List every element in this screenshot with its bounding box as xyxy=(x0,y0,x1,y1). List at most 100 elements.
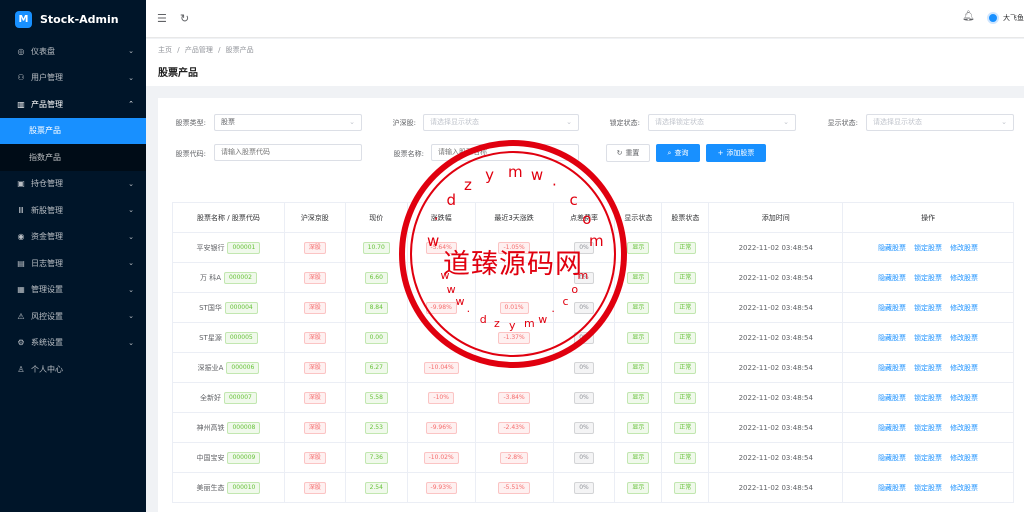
table-cell: -2.8% xyxy=(476,443,554,472)
user-menu[interactable]: 大飞鱼 xyxy=(987,12,1024,24)
table-cell: -10% xyxy=(408,383,476,412)
sidebar-item-6[interactable]: ▤ 日志管理 ⌄ xyxy=(0,250,146,277)
sidebar-item-2[interactable]: ▥ 产品管理 ⌃ xyxy=(0,91,146,118)
edit-stock-link[interactable]: 修改股票 xyxy=(950,303,978,313)
stock-status-tag: 正常 xyxy=(674,271,697,284)
sidebar-item-label: 管理设置 xyxy=(31,285,63,295)
column-header: 现价 xyxy=(346,203,408,232)
change-3day-tag: -1.05% xyxy=(498,241,530,254)
stock-code-input[interactable] xyxy=(214,144,362,161)
position-icon: ▣ xyxy=(17,179,25,189)
lock-stock-link[interactable]: 锁定股票 xyxy=(914,363,942,373)
table-row: 平安银行 000001 深股 10.70 -5.64% -1.05% 0% 显示 正常 2022-… xyxy=(173,233,1014,263)
user-icon: ♙ xyxy=(17,364,25,374)
lock-stock-link[interactable]: 锁定股票 xyxy=(914,423,942,433)
show-status-tag: 显示 xyxy=(627,241,650,254)
add-time: 2022-11-02 03:48:54 xyxy=(738,393,813,402)
table-cell: 隐藏股票 锁定股票 修改股票 xyxy=(843,443,1014,472)
hide-stock-link[interactable]: 隐藏股票 xyxy=(878,453,906,463)
table-cell: -1.37% xyxy=(476,323,554,352)
table-cell: 2.54 xyxy=(346,473,408,502)
add-time: 2022-11-02 03:48:54 xyxy=(738,423,813,432)
settings-grid-icon: ▦ xyxy=(17,285,25,295)
chevron-down-icon: ⌄ xyxy=(128,338,134,347)
edit-stock-link[interactable]: 修改股票 xyxy=(950,453,978,463)
table-cell: 2022-11-02 03:48:54 xyxy=(709,473,844,502)
breadcrumb-item-product[interactable]: 产品管理 xyxy=(185,46,213,54)
price-tag: 6.27 xyxy=(364,361,388,374)
show-status-select[interactable]: 请选择显示状态 ⌄ xyxy=(866,114,1014,131)
market-label: 沪深股: xyxy=(392,119,416,127)
edit-stock-link[interactable]: 修改股票 xyxy=(950,333,978,343)
reset-button[interactable]: ↻ 重置 xyxy=(606,144,650,162)
lock-stock-link[interactable]: 锁定股票 xyxy=(914,333,942,343)
sidebar-item-7[interactable]: ▦ 管理设置 ⌄ xyxy=(0,277,146,304)
hide-stock-link[interactable]: 隐藏股票 xyxy=(878,333,906,343)
show-status-tag: 显示 xyxy=(627,421,650,434)
lock-stock-link[interactable]: 锁定股票 xyxy=(914,393,942,403)
hide-stock-link[interactable]: 隐藏股票 xyxy=(878,423,906,433)
hide-stock-link[interactable]: 隐藏股票 xyxy=(878,273,906,283)
lock-stock-link[interactable]: 锁定股票 xyxy=(914,303,942,313)
sidebar-item-4[interactable]: Ⅲ 新股管理 ⌄ xyxy=(0,197,146,224)
lock-stock-link[interactable]: 锁定股票 xyxy=(914,243,942,253)
market-select[interactable]: 请选择显示状态 ⌄ xyxy=(423,114,579,131)
users-icon: ⚇ xyxy=(17,73,25,83)
sidebar-item-3[interactable]: ▣ 持仓管理 ⌄ xyxy=(0,171,146,198)
sidebar-item-5[interactable]: ◉ 资金管理 ⌄ xyxy=(0,224,146,251)
sidebar-subitem-0[interactable]: 股票产品 xyxy=(0,117,146,144)
lock-stock-link[interactable]: 锁定股票 xyxy=(914,273,942,283)
menu-fold-icon[interactable]: ☰ xyxy=(157,12,167,25)
stock-type-select[interactable]: 股票 ⌄ xyxy=(214,114,362,131)
table-row: ST国华 000004 深股 8.84 -9.98% 0.01% 0% 显示 正常 2022-11… xyxy=(173,293,1014,323)
table-cell: 显示 xyxy=(615,293,663,322)
brand[interactable]: M Stock-Admin xyxy=(0,0,146,38)
lock-stock-link[interactable]: 锁定股票 xyxy=(914,453,942,463)
table-cell: 深股 xyxy=(285,473,346,502)
add-time: 2022-11-02 03:48:54 xyxy=(738,363,813,372)
column-header: 操作 xyxy=(843,203,1014,232)
edit-stock-link[interactable]: 修改股票 xyxy=(950,393,978,403)
search-button[interactable]: ⌕ 查询 xyxy=(656,144,700,162)
edit-stock-link[interactable]: 修改股票 xyxy=(950,273,978,283)
edit-stock-link[interactable]: 修改股票 xyxy=(950,243,978,253)
add-time: 2022-11-02 03:48:54 xyxy=(738,303,813,312)
sidebar-item-0[interactable]: ◎ 仪表盘 ⌄ xyxy=(0,38,146,65)
lock-status-select[interactable]: 请选择锁定状态 ⌄ xyxy=(648,114,796,131)
table-cell: 6.60 xyxy=(346,263,408,292)
chevron-down-icon: ⌄ xyxy=(128,47,134,56)
breadcrumb-item-home[interactable]: 主页 xyxy=(158,46,172,54)
show-status-tag: 显示 xyxy=(627,361,650,374)
spread-tag: 0% xyxy=(574,481,594,494)
sidebar-item-8[interactable]: ⚠ 风控设置 ⌄ xyxy=(0,303,146,330)
stock-name: ST星源 xyxy=(199,333,222,342)
lock-stock-link[interactable]: 锁定股票 xyxy=(914,483,942,493)
bell-icon[interactable]: 🔔︎ xyxy=(962,11,975,22)
stock-name-input[interactable] xyxy=(431,144,579,161)
table-cell: 2022-11-02 03:48:54 xyxy=(709,383,844,412)
edit-stock-link[interactable]: 修改股票 xyxy=(950,363,978,373)
market-tag: 深股 xyxy=(303,301,326,314)
table-cell xyxy=(476,263,554,292)
table-cell: 正常 xyxy=(662,413,710,442)
refresh-icon[interactable]: ↻ xyxy=(180,12,189,25)
hide-stock-link[interactable]: 隐藏股票 xyxy=(878,303,906,313)
stock-status-tag: 正常 xyxy=(674,391,697,404)
table-cell: -9.98% xyxy=(408,293,476,322)
hide-stock-link[interactable]: 隐藏股票 xyxy=(878,243,906,253)
hide-stock-link[interactable]: 隐藏股票 xyxy=(878,363,906,373)
sidebar-item-10[interactable]: ♙ 个人中心 xyxy=(0,356,146,383)
sidebar-item-9[interactable]: ⚙ 系统设置 ⌄ xyxy=(0,330,146,357)
hide-stock-link[interactable]: 隐藏股票 xyxy=(878,483,906,493)
edit-stock-link[interactable]: 修改股票 xyxy=(950,483,978,493)
sidebar-subitem-1[interactable]: 指数产品 xyxy=(0,144,146,171)
sidebar-item-1[interactable]: ⚇ 用户管理 ⌄ xyxy=(0,65,146,92)
table-row: 万 科A 000002 深股 6.60 0% 显示 正常 2022-11-02 03:48:5… xyxy=(173,263,1014,293)
hide-stock-link[interactable]: 隐藏股票 xyxy=(878,393,906,403)
table-cell: 隐藏股票 锁定股票 修改股票 xyxy=(843,413,1014,442)
edit-stock-link[interactable]: 修改股票 xyxy=(950,423,978,433)
change-tag: -10.02% xyxy=(423,451,459,464)
table-cell: 显示 xyxy=(615,233,663,262)
add-stock-button[interactable]: + 添加股票 xyxy=(706,144,766,162)
spread-tag: 0% xyxy=(574,361,594,374)
